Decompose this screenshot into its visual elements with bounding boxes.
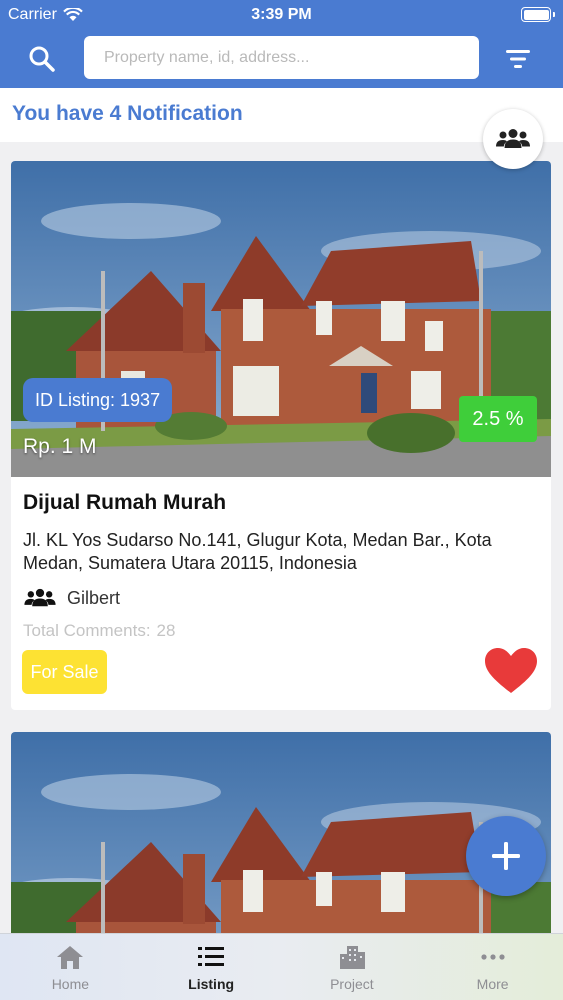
- battery-icon: [521, 7, 555, 22]
- property-photo[interactable]: ID Listing: 1937 2.5 % Rp. 1 M: [11, 161, 551, 477]
- search-button[interactable]: [22, 42, 62, 76]
- tab-more[interactable]: More: [422, 934, 563, 1000]
- favorite-button[interactable]: [483, 645, 539, 697]
- tab-project-label: Project: [330, 976, 374, 992]
- tab-home-label: Home: [51, 976, 90, 992]
- price-label: Rp. 1 M: [23, 435, 97, 458]
- listing-title[interactable]: Dijual Rumah Murah: [23, 491, 539, 515]
- comments-count: 28: [156, 621, 176, 640]
- clock: 3:39 PM: [251, 6, 312, 23]
- group-icon: [496, 129, 530, 148]
- status-badge: For Sale: [22, 650, 107, 694]
- agent-name: Gilbert: [67, 587, 121, 608]
- tab-listing-label: Listing: [188, 976, 235, 992]
- notification-bar[interactable]: You have 4 Notification: [0, 88, 563, 142]
- tab-bar: Home Listing Project More: [0, 933, 563, 1000]
- listing-card[interactable]: ID Listing: 1937 2.5 % Rp. 1 M Dijual Ru…: [11, 161, 551, 710]
- tab-home[interactable]: Home: [0, 934, 141, 1000]
- building-icon: [339, 946, 365, 969]
- home-icon: [57, 946, 84, 969]
- search-input[interactable]: [84, 36, 479, 79]
- agent-group-icon: [24, 588, 56, 607]
- comments-info: Total Comments: 28: [23, 621, 539, 641]
- commission-badge: 2.5 %: [459, 396, 537, 442]
- agent-row: Gilbert: [23, 587, 539, 609]
- list-icon: [198, 947, 225, 966]
- more-icon: [481, 954, 505, 960]
- tab-more-label: More: [476, 976, 509, 992]
- tab-project[interactable]: Project: [282, 934, 423, 1000]
- heart-icon: [485, 648, 537, 693]
- filter-icon: [506, 50, 530, 68]
- group-button[interactable]: [483, 109, 543, 169]
- filter-button[interactable]: [500, 42, 536, 76]
- tab-listing[interactable]: Listing: [141, 934, 282, 1000]
- listing-id-badge: ID Listing: 1937: [23, 378, 173, 422]
- add-listing-button[interactable]: [466, 816, 546, 896]
- listing-details: Dijual Rumah Murah Jl. KL Yos Sudarso No…: [11, 477, 551, 641]
- search-icon: [29, 46, 55, 72]
- plus-icon: [492, 842, 520, 870]
- status-bar: Carrier 3:39 PM: [0, 0, 563, 30]
- listing-address: Jl. KL Yos Sudarso No.141, Glugur Kota, …: [23, 530, 492, 573]
- notification-text[interactable]: You have 4 Notification: [12, 102, 243, 126]
- search-header: [0, 30, 563, 88]
- comments-label: Total Comments:: [23, 621, 151, 640]
